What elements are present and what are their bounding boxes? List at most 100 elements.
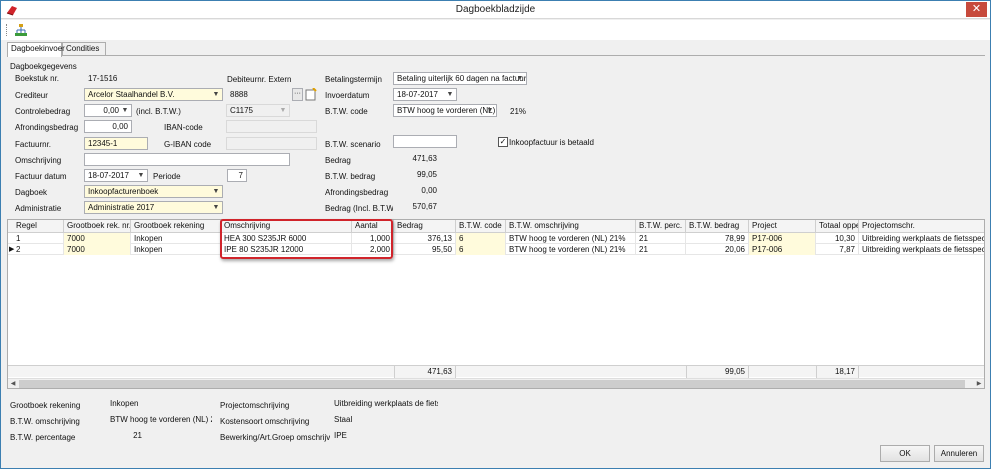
iban-label: IBAN-code [164, 123, 203, 132]
chevron-down-icon: ▼ [212, 204, 220, 211]
betaald-checkbox[interactable]: ✓ [498, 137, 508, 147]
cell-btwbedrag: 20,06 [686, 244, 749, 255]
afrondingsbedrag-input[interactable]: 0,00 [84, 120, 132, 133]
btwcode-percentage: 21% [510, 107, 527, 116]
bottom-kostensoort-label: Kostensoort omschrijving [220, 417, 310, 426]
dagboek-select[interactable]: Inkoopfacturenboek ▼ [84, 185, 223, 198]
cell-grootboekrekening: Inkopen [131, 233, 221, 244]
grid-footer: 471,63 99,05 18,17 [8, 365, 984, 378]
administratie-label: Administratie [15, 204, 62, 213]
column-header-totaalopper[interactable]: Totaal opper [816, 220, 859, 233]
cell-grootboeknr[interactable]: 7000 [64, 233, 131, 244]
cell-totaalopper: 10,30 [816, 233, 859, 244]
tab-condities[interactable]: Condities [62, 42, 106, 56]
cell-grootboeknr[interactable]: 7000 [64, 244, 131, 255]
bottom-btwomschr-value: BTW hoog te vorderen (NL) 21% [106, 413, 213, 426]
table-row[interactable]: 1 7000 Inkopen HEA 300 S235JR 6000 1,000… [8, 233, 984, 244]
cell-btwperc: 21 [636, 244, 686, 255]
new-document-icon[interactable] [305, 88, 317, 101]
scrollbar-thumb[interactable] [19, 380, 965, 388]
more-button[interactable]: ··· [292, 88, 303, 101]
betalingstermijn-label: Betalingstermijn [325, 75, 382, 84]
periode-input[interactable]: 7 [227, 169, 247, 182]
cell-btwperc: 21 [636, 233, 686, 244]
iban-input[interactable] [226, 120, 317, 133]
invoerdatum-select[interactable]: 18-07-2017 ▼ [393, 88, 457, 101]
administratie-select[interactable]: Administratie 2017 ▼ [84, 201, 223, 214]
footer-total-opper: 18,17 [816, 366, 859, 378]
factuurnr-input[interactable]: 12345-1 [84, 137, 148, 150]
betalingstermijn-select[interactable]: Betaling uiterlijk 60 dagen na factuurd.… [393, 72, 527, 85]
afronding2-value: 0,00 [393, 184, 441, 197]
omschrijving-input[interactable] [84, 153, 290, 166]
toolbar [1, 20, 990, 40]
column-header-project[interactable]: Project [749, 220, 816, 233]
column-header-grootboekrekening[interactable]: Grootboek rekening [131, 220, 221, 233]
table-row[interactable]: ▶ 2 7000 Inkopen IPE 80 S235JR 12000 2,0… [8, 244, 984, 255]
horizontal-scrollbar[interactable]: ◀ ▶ [8, 378, 984, 388]
chevron-down-icon: ▼ [212, 188, 220, 195]
crediteur-select[interactable]: Arcelor Staalhandel B.V. ▼ [84, 88, 223, 101]
cell-btwbedrag: 78,99 [686, 233, 749, 244]
btwscenario-input[interactable] [393, 135, 457, 148]
close-button[interactable]: ✕ [966, 2, 987, 17]
column-header-btwomschrijving[interactable]: B.T.W. omschrijving [506, 220, 636, 233]
group-title: Dagboekgegevens [10, 62, 77, 71]
bottom-projomschr-value: Uitbreiding werkplaats de fietsspe [330, 397, 439, 410]
btwscenario-label: B.T.W. scenario [325, 140, 381, 149]
factuurnr-label: Factuurnr. [15, 140, 52, 149]
column-header-bedrag[interactable]: Bedrag [394, 220, 456, 233]
factuurdatum-value: 18-07-2017 [88, 171, 129, 180]
cell-btwcode[interactable]: 6 [456, 233, 506, 244]
chevron-down-icon: ▼ [486, 107, 494, 114]
giban-input[interactable] [226, 137, 317, 150]
hierarchy-icon[interactable] [14, 23, 28, 37]
bedragincl-value: 570,67 [393, 200, 441, 213]
cell-regel: 2 [8, 244, 64, 255]
bottom-bewerking-value: IPE [330, 429, 439, 442]
ok-button[interactable]: OK [880, 445, 930, 462]
chevron-down-icon: ▼ [446, 91, 454, 98]
betaald-label: Inkoopfactuur is betaald [509, 138, 594, 147]
cell-btwomschrijving: BTW hoog te vorderen (NL) 21% [506, 233, 636, 244]
c-code-select[interactable]: C1175 ▼ [226, 104, 290, 117]
bottom-gbrek-label: Grootboek rekening [10, 401, 81, 410]
bottom-gbrek-value: Inkopen [106, 397, 213, 410]
chevron-down-icon: ▼ [279, 107, 287, 114]
dagboek-label: Dagboek [15, 188, 48, 197]
controlebedrag-input[interactable]: 0,00 ▼ [84, 104, 132, 117]
tab-dagboekinvoer[interactable]: Dagboekinvoer [7, 42, 65, 57]
crediteur-value: Arcelor Staalhandel B.V. [88, 90, 175, 99]
chevron-down-icon: ▼ [212, 91, 220, 98]
column-header-regel[interactable]: Regel [8, 220, 64, 233]
column-header-grootboeknr[interactable]: Grootboek rek. nr. [64, 220, 131, 233]
cell-projectomschr: Uitbreiding werkplaats de fietsspecialis… [862, 234, 984, 243]
column-header-btwperc[interactable]: B.T.W. perc. [636, 220, 686, 233]
cell-project[interactable]: P17-006 [749, 244, 816, 255]
column-header-btwbedrag[interactable]: B.T.W. bedrag [686, 220, 749, 233]
debiteurnr-label: Debiteurnr. Extern [227, 75, 292, 84]
crediteur-label: Crediteur [15, 91, 48, 100]
scroll-left-icon[interactable]: ◀ [8, 379, 18, 389]
footer-total-btwbedrag: 99,05 [686, 366, 749, 378]
cancel-button[interactable]: Annuleren [934, 445, 984, 462]
betalingstermijn-value: Betaling uiterlijk 60 dagen na factuurd. [397, 74, 527, 83]
dialog-window: Dagboekbladzijde ✕ Dagboekinvoer Conditi… [0, 0, 991, 469]
cell-bedrag[interactable]: 376,13 [394, 233, 456, 244]
factuurdatum-label: Factuur datum [15, 172, 67, 181]
highlight-annotation [220, 219, 393, 259]
factuurdatum-select[interactable]: 18-07-2017 ▼ [84, 169, 148, 182]
toolbar-grip[interactable] [6, 24, 8, 36]
cell-btwcode[interactable]: 6 [456, 244, 506, 255]
column-header-projectomschr[interactable]: Projectomschr. [859, 220, 984, 233]
cell-project[interactable]: P17-006 [749, 233, 816, 244]
footer-total-bedrag: 471,63 [394, 366, 456, 378]
cell-totaalopper: 7,87 [816, 244, 859, 255]
btwbedrag-value: 99,05 [393, 168, 441, 181]
bottom-kostensoort-value: Staal [330, 413, 439, 426]
scroll-right-icon[interactable]: ▶ [974, 379, 984, 389]
column-header-btwcode[interactable]: B.T.W. code [456, 220, 506, 233]
btwcode-select[interactable]: BTW hoog te vorderen (NL) 2 ▼ [393, 104, 497, 117]
controlebedrag-value: 0,00 [103, 106, 119, 115]
cell-bedrag[interactable]: 95,50 [394, 244, 456, 255]
